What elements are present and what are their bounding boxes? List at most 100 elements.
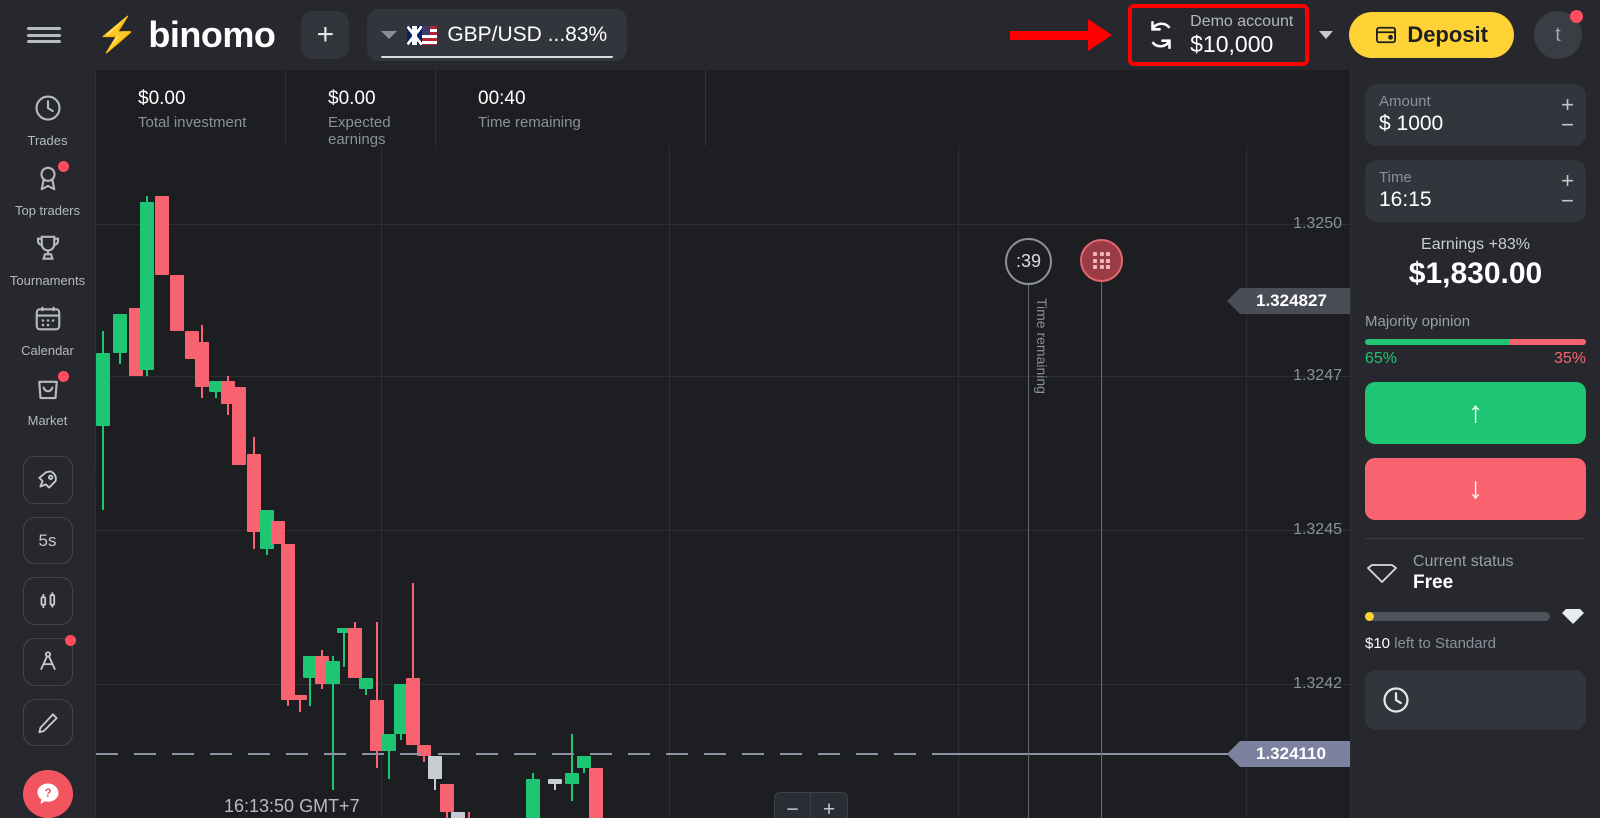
majority-up-pct: 65% bbox=[1365, 350, 1398, 367]
timeframe-button[interactable]: 5s bbox=[22, 516, 73, 565]
account-balance: $10,000 bbox=[1190, 30, 1274, 57]
left-rest: left to Standard bbox=[1394, 635, 1496, 652]
timer-caption-label: Time remaining bbox=[1034, 298, 1050, 394]
sidebar-label-market: Market bbox=[27, 413, 68, 428]
avatar-initial: t bbox=[1555, 23, 1561, 46]
time-label: Time bbox=[1379, 169, 1412, 186]
zoom-out-button[interactable]: − bbox=[774, 792, 811, 818]
stat-total-investment: $0.00 Total investment bbox=[96, 70, 286, 146]
majority-down-pct: 35% bbox=[1553, 350, 1586, 367]
trade-stats-bar: $0.00 Total investment $0.00 Expected ea… bbox=[96, 70, 1350, 148]
timer-vertical-line bbox=[1028, 260, 1029, 818]
deposit-button[interactable]: Deposit bbox=[1349, 12, 1514, 58]
sidebar-label-top-traders: Top traders bbox=[14, 203, 81, 218]
y-axis-tick: 1.3242 bbox=[1293, 675, 1342, 692]
wallet-icon bbox=[1376, 26, 1397, 44]
top-bar: ⚡ binomo + GBP/USD ...83% Demo account $… bbox=[0, 0, 1600, 70]
earnings-label: Earnings +83% bbox=[1421, 236, 1530, 253]
annotation-arrow bbox=[1010, 19, 1120, 51]
diamond-icon bbox=[1367, 563, 1397, 583]
high-price-tag: 1.324827 bbox=[1227, 288, 1350, 314]
majority-down-fill bbox=[1508, 339, 1586, 345]
chevron-down-icon bbox=[381, 31, 398, 39]
sidebar-label-trades: Trades bbox=[27, 133, 68, 148]
account-type-label: Demo account bbox=[1190, 12, 1294, 30]
majority-up-fill bbox=[1365, 339, 1509, 345]
time-field[interactable]: Time 16:15 + − bbox=[1365, 160, 1586, 222]
chart-area[interactable]: $0.00 Total investment $0.00 Expected ea… bbox=[96, 70, 1350, 818]
sidebar-item-market[interactable]: Market bbox=[0, 364, 96, 434]
sidebar-label-tournaments: Tournaments bbox=[9, 273, 86, 288]
asset-name-label: GBP/USD ...83% bbox=[447, 23, 608, 46]
calendar-icon bbox=[33, 303, 63, 338]
current-price-tag: 1.324110 bbox=[1227, 741, 1350, 767]
buy-up-button[interactable]: ↑ bbox=[1365, 382, 1586, 444]
clock-icon bbox=[33, 93, 63, 128]
hamburger-menu-icon[interactable] bbox=[0, 24, 88, 47]
candlestick-icon[interactable] bbox=[22, 577, 73, 626]
badge-dot bbox=[64, 635, 76, 647]
pencil-icon[interactable] bbox=[22, 698, 73, 747]
trade-panel: Amount $ 1000 + − Time 16:15 + − Earning… bbox=[1350, 70, 1600, 818]
sell-down-button[interactable]: ↓ bbox=[1365, 458, 1586, 520]
help-question-icon[interactable]: ? bbox=[22, 770, 73, 818]
award-icon bbox=[33, 161, 69, 198]
sidebar-item-calendar[interactable]: Calendar bbox=[0, 294, 96, 364]
stat-label: Expected earnings bbox=[328, 114, 391, 148]
add-asset-button[interactable]: + bbox=[301, 11, 350, 59]
sidebar-item-top-traders[interactable]: Top traders bbox=[0, 154, 96, 224]
stat-value: $0.00 bbox=[138, 88, 186, 109]
account-dropdown-caret-icon[interactable] bbox=[1319, 31, 1334, 39]
badge-dot bbox=[57, 371, 69, 382]
brand-logo: ⚡ binomo bbox=[96, 14, 276, 56]
amount-value: $ 1000 bbox=[1379, 112, 1444, 135]
sidebar-label-calendar: Calendar bbox=[21, 343, 74, 358]
asset-selector[interactable]: GBP/USD ...83% bbox=[367, 9, 628, 61]
sidebar-item-trades[interactable]: Trades bbox=[0, 84, 96, 154]
chart-zoom-controls: − + bbox=[774, 792, 848, 818]
svg-text:?: ? bbox=[44, 787, 51, 800]
refresh-icon bbox=[1151, 20, 1171, 50]
progress-fill bbox=[1365, 611, 1374, 621]
earnings-value: $1,830.00 bbox=[1408, 257, 1543, 290]
status-progress-caption: $10 left to Standard bbox=[1365, 635, 1586, 652]
status-progress-bar[interactable] bbox=[1365, 611, 1550, 621]
drawing-compass-icon[interactable] bbox=[22, 635, 76, 686]
majority-opinion-label: Majority opinion bbox=[1365, 313, 1471, 330]
bag-icon bbox=[33, 371, 69, 408]
stat-label: Time remaining bbox=[478, 114, 581, 131]
binomo-bolt-icon: ⚡ bbox=[96, 16, 139, 54]
amount-field[interactable]: Amount $ 1000 + − bbox=[1365, 84, 1586, 146]
expiry-marker-icon[interactable] bbox=[1080, 239, 1123, 282]
clock-icon bbox=[1383, 687, 1409, 713]
stat-label: Total investment bbox=[138, 114, 247, 131]
majority-opinion-bar bbox=[1365, 339, 1586, 345]
panel-divider bbox=[1365, 538, 1586, 539]
stat-value: 00:40 bbox=[478, 88, 526, 109]
majority-values: 65% 35% bbox=[1365, 350, 1586, 368]
rocket-icon[interactable] bbox=[22, 456, 73, 504]
status-value: Free bbox=[1413, 572, 1454, 593]
account-selector[interactable]: Demo account $10,000 bbox=[1128, 3, 1310, 67]
gem-icon bbox=[1562, 609, 1584, 624]
expiry-vertical-line bbox=[1101, 260, 1102, 818]
topbar-right-group: Demo account $10,000 Deposit t bbox=[1010, 0, 1600, 70]
history-card[interactable] bbox=[1365, 670, 1586, 730]
y-axis-tick: 1.3247 bbox=[1293, 367, 1342, 384]
trophy-icon bbox=[33, 233, 63, 268]
sidebar-item-tournaments[interactable]: Tournaments bbox=[0, 224, 96, 294]
stat-time-remaining: 00:40 Time remaining bbox=[436, 70, 706, 146]
avatar-notification-dot bbox=[1570, 10, 1583, 23]
earnings-block: Earnings +83% $1,830.00 bbox=[1365, 236, 1586, 291]
zoom-in-button[interactable]: + bbox=[811, 792, 848, 818]
status-label: Current status bbox=[1413, 553, 1514, 570]
amount-label: Amount bbox=[1379, 93, 1431, 110]
current-status-row: Current status Free bbox=[1365, 553, 1586, 594]
amount-decrease-button[interactable]: − bbox=[1561, 114, 1574, 136]
stat-value: $0.00 bbox=[328, 88, 376, 109]
chart-gridline bbox=[1246, 146, 1247, 818]
chart-timestamp: 16:13:50 GMT+7 bbox=[224, 796, 360, 816]
y-axis-tick: 1.3245 bbox=[1293, 521, 1342, 538]
avatar[interactable]: t bbox=[1534, 10, 1583, 59]
time-decrease-button[interactable]: − bbox=[1561, 190, 1574, 212]
